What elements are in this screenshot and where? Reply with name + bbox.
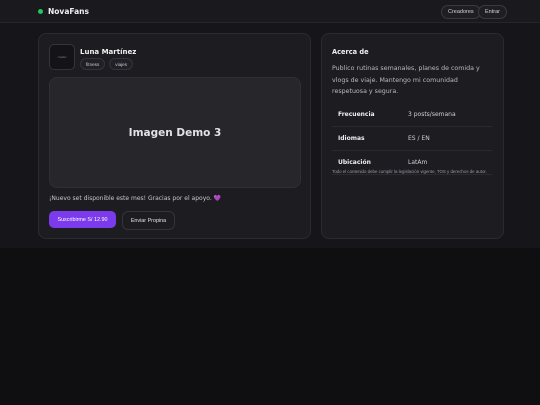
info-label: Frecuencia (332, 103, 407, 127)
send-tip-button[interactable]: Enviar Propina (122, 211, 175, 230)
subscribe-button[interactable]: Suscribirme S/ 12.90 (49, 211, 116, 228)
top-navbar: NovaFans Creadores Entrar (0, 0, 540, 23)
legal-notice: Todo el contenido debe cumplir la legisl… (332, 169, 487, 174)
about-card: Acerca de Publico rutinas semanales, pla… (321, 33, 504, 239)
tag-list: fitness viajes (80, 58, 134, 70)
avatar: creator (49, 44, 75, 70)
about-description: Publico rutinas semanales, planes de com… (332, 65, 480, 95)
brand-logo[interactable]: NovaFans (38, 5, 89, 17)
page-footer-area (0, 248, 540, 405)
tag-travel[interactable]: viajes (109, 58, 134, 70)
post-text: ¡Nuevo set disponible este mes! Gracias … (49, 195, 212, 202)
purple-heart-icon: 💜 (213, 195, 222, 202)
profile-name: Luna Martínez (80, 48, 137, 56)
about-title: Acerca de (332, 48, 369, 56)
info-row-languages: Idiomas ES / EN (332, 126, 492, 151)
info-label: Idiomas (332, 126, 407, 151)
avatar-text: creator (57, 55, 67, 59)
info-row-frequency: Frecuencia 3 posts/semana (332, 103, 492, 127)
tag-fitness[interactable]: fitness (80, 58, 106, 70)
brand-name: NovaFans (48, 6, 89, 16)
info-value: ES / EN (407, 126, 492, 151)
status-dot-icon (38, 8, 43, 14)
nav-creators-button[interactable]: Creadores (441, 5, 481, 19)
nav-login-button[interactable]: Entrar (478, 5, 507, 19)
profile-card: creator Luna Martínez fitness viajes Ima… (38, 33, 311, 239)
media-preview[interactable]: Imagen Demo 3 (49, 77, 301, 188)
info-value: 3 posts/semana (407, 103, 492, 127)
media-label: Imagen Demo 3 (128, 126, 222, 139)
info-table: Frecuencia 3 posts/semana Idiomas ES / E… (332, 103, 492, 175)
post-text-line: ¡Nuevo set disponible este mes! Gracias … (49, 195, 221, 202)
